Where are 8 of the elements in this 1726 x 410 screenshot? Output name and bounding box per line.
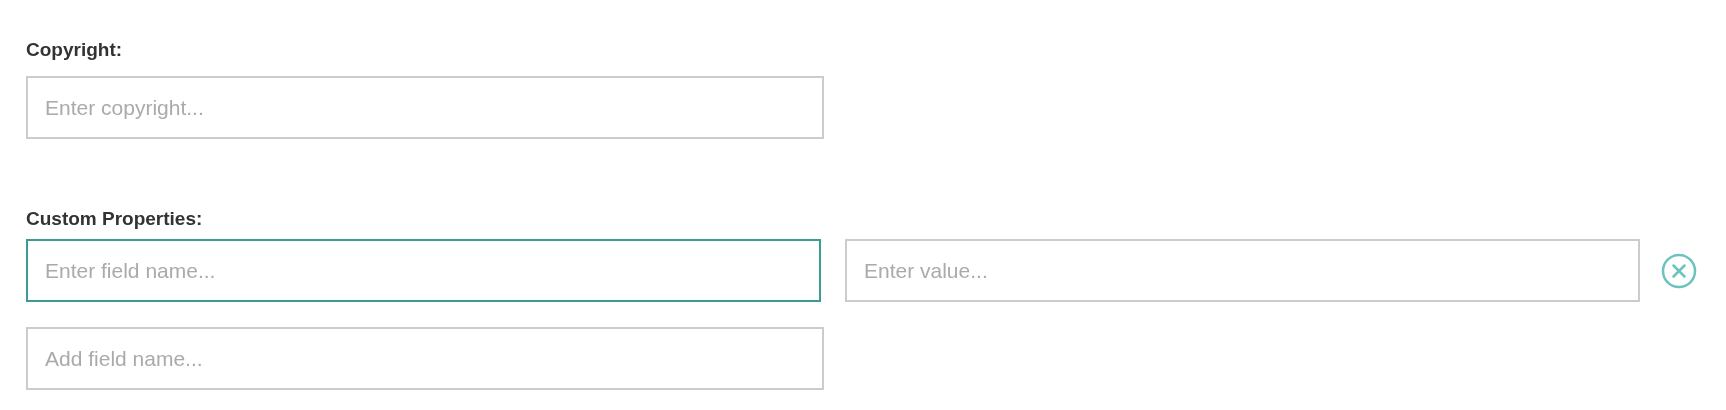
field-name-input[interactable]: Enter field name... xyxy=(26,239,821,302)
add-field-input[interactable]: Add field name... xyxy=(26,327,824,390)
field-label: Custom Properties: xyxy=(26,207,204,231)
field-label: Copyright: xyxy=(26,38,124,62)
close-icon xyxy=(1661,252,1697,289)
remove-button[interactable] xyxy=(1660,251,1698,290)
field-value-input[interactable]: Enter value... xyxy=(845,239,1640,302)
copyright-field[interactable]: Enter copyright... xyxy=(26,76,824,139)
